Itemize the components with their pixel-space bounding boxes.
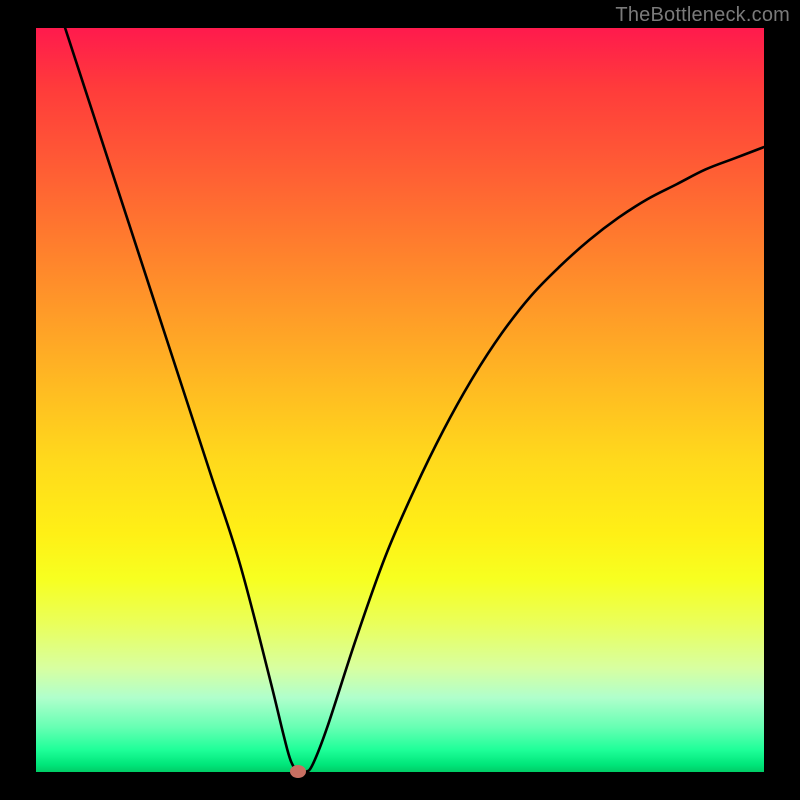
chart-frame: TheBottleneck.com xyxy=(0,0,800,800)
watermark-text: TheBottleneck.com xyxy=(615,4,790,27)
bottleneck-curve xyxy=(36,28,764,772)
optimum-marker xyxy=(290,765,306,778)
plot-area xyxy=(36,28,764,772)
